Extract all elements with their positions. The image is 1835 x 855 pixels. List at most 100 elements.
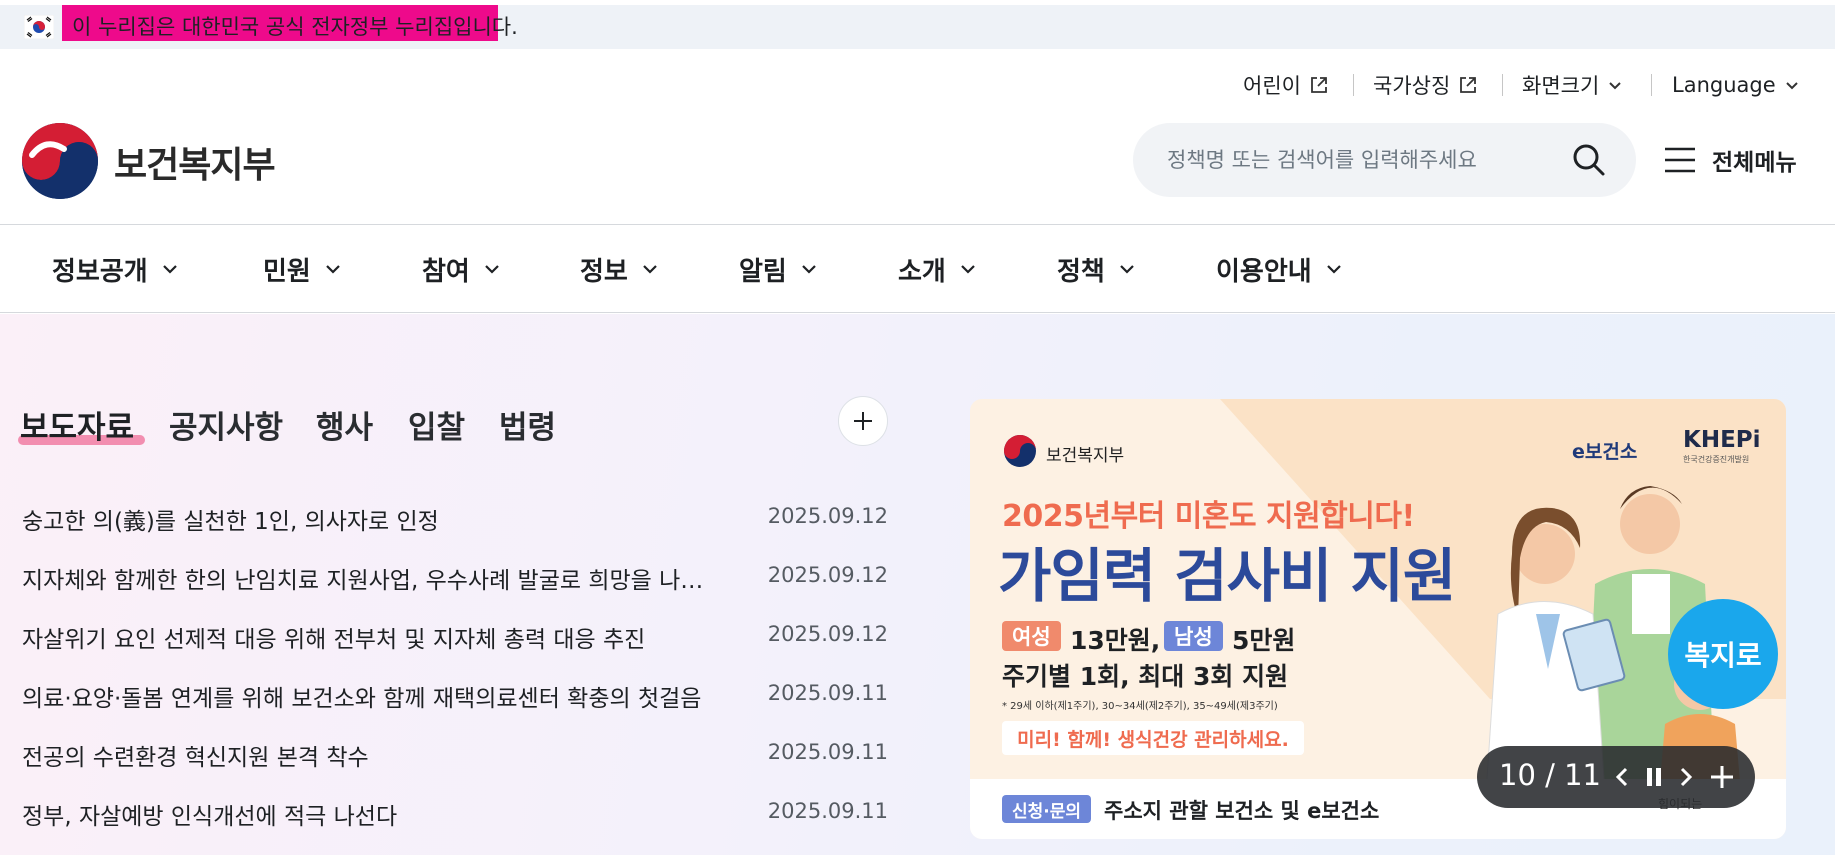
gov-banner: 이 누리집은 대한민국 공식 전자정부 누리집입니다. xyxy=(0,5,1835,49)
all-menu-label: 전체메뉴 xyxy=(1712,150,1797,176)
chevron-down-icon xyxy=(162,265,177,274)
divider xyxy=(1502,74,1503,96)
ministry-name[interactable]: 보건복지부 xyxy=(114,136,276,188)
news-title: 숭고한 의(義)를 실천한 1인, 의사자로 인정 xyxy=(22,509,439,535)
national-symbol-link[interactable]: 국가상징 xyxy=(1373,68,1478,102)
khepi-subtitle: 한국건강증진개발원 xyxy=(1683,455,1750,464)
divider xyxy=(1353,74,1354,96)
slider-controls: 10 / 11 xyxy=(1477,746,1755,808)
language-label: Language xyxy=(1672,73,1776,97)
pause-icon xyxy=(1647,768,1661,786)
news-date: 2025.09.11 xyxy=(767,681,888,705)
nav-participation[interactable]: 참여 xyxy=(422,249,502,289)
nav-notice[interactable]: 알림 xyxy=(739,249,819,289)
chevron-down-icon xyxy=(1120,265,1134,274)
screen-size-label: 화면크기 xyxy=(1522,74,1600,98)
external-link-icon xyxy=(1311,77,1327,93)
plus-icon xyxy=(854,412,872,430)
chevron-down-icon xyxy=(1785,82,1798,90)
nav-label: 참여 xyxy=(422,256,470,287)
bokjiro-badge[interactable]: 복지로 xyxy=(1668,599,1778,709)
nav-label: 이용안내 xyxy=(1216,256,1312,287)
chevron-down-icon xyxy=(1609,82,1621,90)
female-amount: 13만원, xyxy=(1070,626,1161,655)
search-input[interactable] xyxy=(1167,143,1547,177)
chevron-down-icon xyxy=(643,265,657,274)
chevron-down-icon xyxy=(485,265,499,274)
news-title: 정부, 자살예방 인식개선에 적극 나선다 xyxy=(22,804,398,830)
news-item[interactable]: 정부, 자살예방 인식개선에 적극 나선다 2025.09.11 xyxy=(22,793,888,833)
nav-label: 알림 xyxy=(739,256,787,287)
prev-slide-button[interactable] xyxy=(1607,761,1637,793)
main-navigation: 정보공개 민원 참여 정보 알림 소개 정책 이용안내 xyxy=(0,224,1835,313)
hamburger-icon xyxy=(1665,147,1695,173)
gov-banner-text: 이 누리집은 대한민국 공식 전자정부 누리집입니다. xyxy=(72,15,518,39)
tab-press-release[interactable]: 보도자료 xyxy=(20,402,134,447)
news-title: 의료·요양·돌봄 연계를 위해 보건소와 함께 재택의료센터 확충의 첫걸음 xyxy=(22,686,702,712)
news-item[interactable]: 지자체와 함께한 한의 난임치료 지원사업, 우수사례 발굴로 희망을 나누다 2… xyxy=(22,557,888,597)
screen-size-dropdown[interactable]: 화면크기 xyxy=(1522,68,1623,102)
contact-text: 주소지 관할 보건소 및 e보건소 xyxy=(1104,799,1380,823)
news-date: 2025.09.12 xyxy=(767,622,888,646)
nav-label: 민원 xyxy=(263,256,311,287)
promo-cycle: 주기별 1회, 최대 3회 지원 xyxy=(1002,662,1289,691)
ministry-logo-icon[interactable] xyxy=(20,121,100,201)
nav-information[interactable]: 정보 xyxy=(580,249,660,289)
nav-label: 정책 xyxy=(1057,256,1105,287)
news-date: 2025.09.11 xyxy=(767,740,888,764)
tab-bids[interactable]: 입찰 xyxy=(408,402,465,447)
news-title: 자살위기 요인 선제적 대응 위해 전부처 및 지자체 총력 대응 추진 xyxy=(22,627,646,653)
search-icon[interactable] xyxy=(1570,141,1608,179)
chevron-right-icon xyxy=(1680,767,1693,787)
slide-counter: 10 / 11 xyxy=(1499,758,1602,792)
all-menu-button[interactable]: 전체메뉴 xyxy=(1664,140,1797,180)
male-amount: 5만원 xyxy=(1232,626,1296,655)
more-button[interactable] xyxy=(838,396,888,446)
news-item[interactable]: 자살위기 요인 선제적 대응 위해 전부처 및 지자체 총력 대응 추진 2025… xyxy=(22,616,888,656)
nav-civil-complaints[interactable]: 민원 xyxy=(263,249,343,289)
news-item[interactable]: 의료·요양·돌봄 연계를 위해 보건소와 함께 재택의료센터 확충의 첫걸음 20… xyxy=(22,675,888,715)
khepi-logo: KHEPi xyxy=(1683,427,1761,453)
search-box xyxy=(1133,123,1636,197)
main-content: 보도자료 공지사항 행사 입찰 법령 숭고한 의(義)를 실천한 1인, 의사자… xyxy=(0,314,1835,855)
next-slide-button[interactable] xyxy=(1671,761,1701,793)
news-item[interactable]: 숭고한 의(義)를 실천한 1인, 의사자로 인정 2025.09.12 xyxy=(22,498,888,538)
chevron-down-icon xyxy=(961,265,975,274)
news-title: 지자체와 함께한 한의 난임치료 지원사업, 우수사례 발굴로 희망을 나누다 xyxy=(22,568,712,594)
language-dropdown[interactable]: Language xyxy=(1672,68,1800,102)
tab-laws[interactable]: 법령 xyxy=(499,402,556,447)
pause-button[interactable] xyxy=(1639,761,1669,793)
nav-usage-guide[interactable]: 이용안내 xyxy=(1216,249,1344,289)
view-all-slides-button[interactable] xyxy=(1707,761,1737,793)
chevron-down-icon xyxy=(802,265,816,274)
female-chip: 여성 xyxy=(1002,621,1061,651)
news-date: 2025.09.11 xyxy=(767,799,888,823)
divider xyxy=(1651,74,1652,96)
nav-policy[interactable]: 정책 xyxy=(1057,249,1137,289)
nav-label: 소개 xyxy=(898,256,946,287)
chevron-down-icon xyxy=(326,265,340,274)
contact-chip: 신청·문의 xyxy=(1002,795,1092,823)
korean-flag-icon xyxy=(24,15,54,39)
promo-note: * 29세 이하(제1주기), 30~34세(제2주기), 35~49세(제3주… xyxy=(1002,701,1278,712)
children-label: 어린이 xyxy=(1243,74,1301,98)
nav-label: 정보공개 xyxy=(52,256,148,287)
promo-org-name: 보건복지부 xyxy=(1046,446,1125,466)
national-symbol-label: 국가상징 xyxy=(1373,74,1451,98)
nav-info-disclosure[interactable]: 정보공개 xyxy=(52,249,180,289)
plus-icon xyxy=(1711,766,1733,788)
ministry-logo-icon xyxy=(1004,435,1036,467)
tab-announcements[interactable]: 공지사항 xyxy=(169,402,283,447)
chevron-left-icon xyxy=(1615,767,1628,787)
news-title: 전공의 수련환경 혁신지원 본격 착수 xyxy=(22,745,369,771)
tab-events[interactable]: 행사 xyxy=(316,402,373,447)
news-item[interactable]: 전공의 수련환경 혁신지원 본격 착수 2025.09.11 xyxy=(22,734,888,774)
nav-label: 정보 xyxy=(580,256,628,287)
children-link[interactable]: 어린이 xyxy=(1243,68,1329,102)
promo-slogan: 미리! 함께! 생식건강 관리하세요. xyxy=(1002,721,1304,755)
male-chip: 남성 xyxy=(1164,621,1223,651)
news-date: 2025.09.12 xyxy=(767,504,888,528)
promo-headline: 가임력 검사비 지원 xyxy=(998,542,1456,610)
e-health-center-logo: e보건소 xyxy=(1572,441,1638,463)
nav-about[interactable]: 소개 xyxy=(898,249,978,289)
